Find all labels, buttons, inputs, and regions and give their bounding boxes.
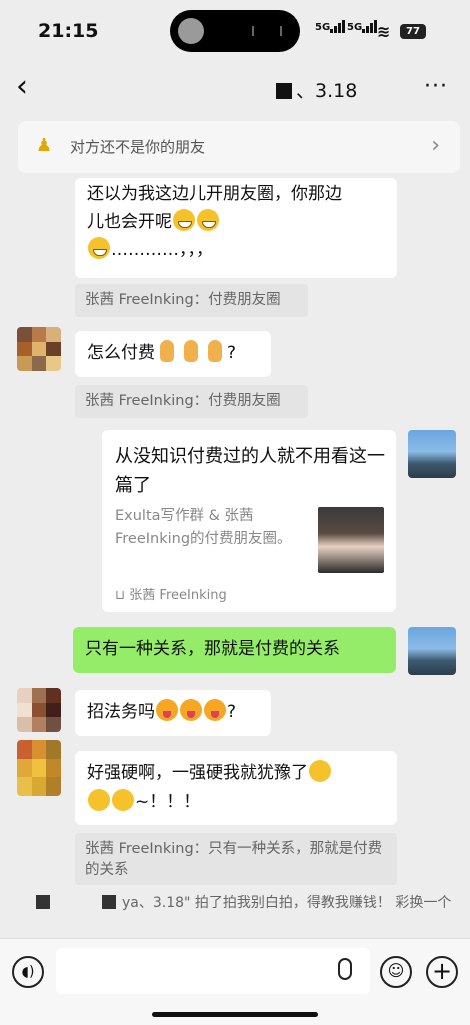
emoji-button-icon[interactable]: ☺ <box>380 956 412 988</box>
sender-avatar[interactable] <box>17 740 61 796</box>
my-avatar[interactable] <box>408 430 456 478</box>
signal-1: 5G <box>315 20 346 33</box>
smile-emoji-icon <box>309 760 331 782</box>
message-text: 好强硬啊，一强硬我就犹豫了 <box>87 759 385 788</box>
grin-emoji-icon <box>88 237 110 259</box>
message-text: 还以为我这边儿开朋友圈，你那边 <box>87 184 342 204</box>
redacted-block-icon <box>102 895 116 909</box>
chat-title: 、3.18 <box>276 76 357 103</box>
sender-avatar[interactable] <box>17 327 61 371</box>
chevron-right-icon: › <box>431 133 440 158</box>
plus-button-icon[interactable]: + <box>426 956 458 988</box>
card-title: 从没知识付费过的人就不用看这一篇了 <box>115 446 385 496</box>
dynamic-island <box>170 10 300 52</box>
add-friend-icon: ♟ <box>36 135 53 156</box>
microphone-icon[interactable] <box>338 958 352 980</box>
status-time: 21:15 <box>38 20 99 42</box>
quote-reference[interactable]: 张茜 FreeInking：付费朋友圈 <box>75 284 308 317</box>
smile-emoji-icon <box>88 789 110 811</box>
tongue-emoji-icon <box>180 699 202 721</box>
battery-icon: 77 <box>400 24 426 39</box>
ear-emoji-icon <box>208 340 222 362</box>
message-bubble[interactable]: 好强硬啊，一强硬我就犹豫了 ~！！！ <box>75 751 397 825</box>
back-button[interactable]: ‹ <box>16 72 28 102</box>
message-text: ~！！！ <box>87 788 385 817</box>
notice-text: 对方还不是你的朋友 <box>70 138 206 156</box>
more-button[interactable]: ··· <box>424 74 448 99</box>
sender-avatar[interactable] <box>17 688 61 732</box>
message-bubble[interactable]: 招法务吗? <box>75 690 271 736</box>
quote-reference[interactable]: 张茜 FreeInking：只有一种关系，那就是付费的关系 <box>75 833 397 885</box>
my-avatar[interactable] <box>408 627 456 675</box>
message-text: 儿也会开呢 <box>87 208 385 236</box>
message-text: 招法务吗 <box>87 702 155 722</box>
my-message-bubble[interactable]: 只有一种关系，那就是付费的关系 <box>73 627 396 673</box>
message-input[interactable] <box>56 948 370 994</box>
grin-emoji-icon <box>197 209 219 231</box>
card-description: Exulta写作群 & 张茜FreeInking的付费朋友圈。 <box>115 508 292 547</box>
card-thumbnail <box>318 507 384 573</box>
tongue-emoji-icon <box>156 699 178 721</box>
status-bar: 21:15 5G 5G ≋ 77 <box>0 0 470 62</box>
quote-reference[interactable]: 张茜 FreeInking：付费朋友圈 <box>75 385 308 418</box>
audio-wave-icon <box>252 26 282 36</box>
signal-bars-icon <box>362 20 378 33</box>
message-text: …………，，， <box>87 236 385 264</box>
grin-emoji-icon <box>173 209 195 231</box>
signal-bars-icon <box>330 20 346 33</box>
not-friend-notice[interactable]: ♟ 对方还不是你的朋友 › <box>18 121 460 173</box>
tongue-emoji-icon <box>204 699 226 721</box>
signal-2: 5G <box>347 20 378 33</box>
home-indicator <box>152 1012 318 1017</box>
message-text: 怎么付费 <box>87 343 155 363</box>
message-text: ? <box>227 343 237 363</box>
message-text: 只有一种关系，那就是付费的关系 <box>85 639 340 659</box>
title-emoji-icon <box>276 83 292 99</box>
ear-emoji-icon <box>184 340 198 362</box>
article-card[interactable]: 从没知识付费过的人就不用看这一篇了 Exulta写作群 & 张茜FreeInki… <box>102 430 396 612</box>
message-bubble[interactable]: 还以为我这边儿开朋友圈，你那边 儿也会开呢 …………，，， <box>75 178 397 278</box>
message-text: ? <box>227 702 237 722</box>
redacted-block-icon <box>36 895 50 909</box>
voice-toggle-icon[interactable]: ◖) <box>12 956 44 988</box>
message-bubble[interactable]: 怎么付费? <box>75 331 271 377</box>
card-source: ⊔ 张茜 FreeInking <box>115 588 227 603</box>
call-avatar-icon <box>178 18 204 44</box>
smile-emoji-icon <box>112 789 134 811</box>
pat-system-message: ya、3.18" 拍了拍我别白拍，得教我赚钱！ 彩换一个 <box>36 892 456 912</box>
ear-emoji-icon <box>160 340 174 362</box>
book-icon: ⊔ <box>115 588 130 603</box>
wifi-icon: ≋ <box>377 22 391 41</box>
